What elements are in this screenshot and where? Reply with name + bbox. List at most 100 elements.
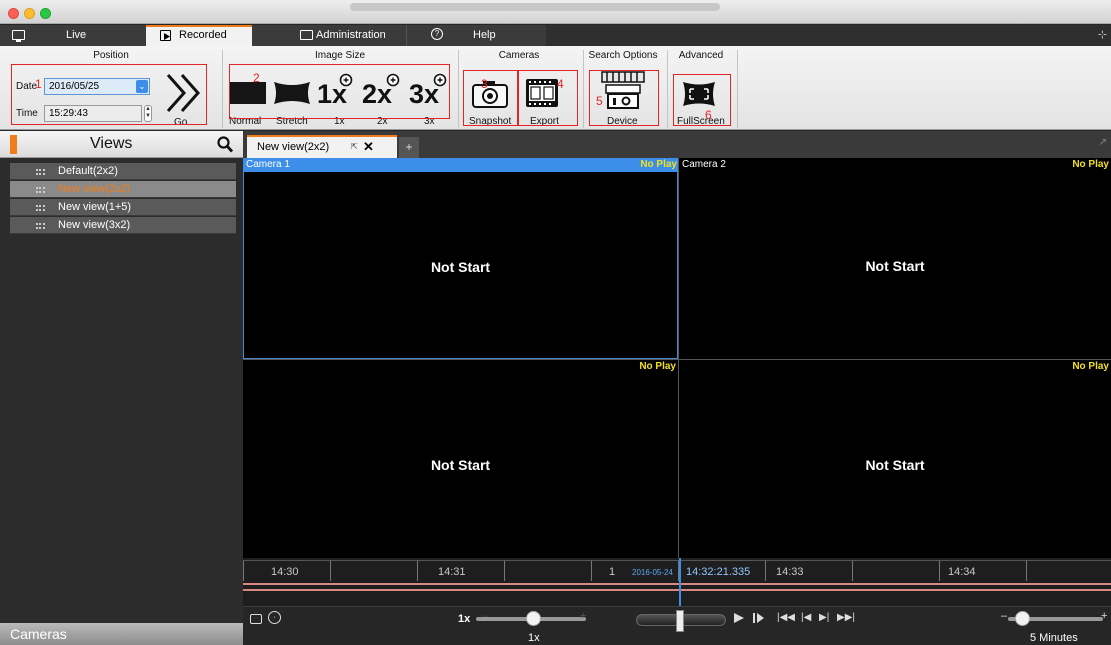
timeline-zoom-thumb[interactable] <box>1015 611 1030 626</box>
play-icon <box>160 30 171 41</box>
expand-icon[interactable]: ↗ <box>1099 137 1107 148</box>
playback-controls: ‧ 1x – + 1x |◀◀ |◀ ▶| ▶▶| – + 5 Minutes <box>243 606 1111 645</box>
timeline-zoom-out-icon[interactable]: – <box>1001 610 1007 622</box>
view-tab-new-view-2x2[interactable]: New view(2x2) ⇱ ✕ <box>247 135 397 158</box>
search-options-group-title: Search Options <box>588 50 658 61</box>
grid-divider-vertical <box>678 158 679 558</box>
tab-live-label: Live <box>66 29 87 41</box>
app-window: Live Recorded Administration ? Help ⊹ Po… <box>0 0 1111 645</box>
window-icon <box>300 30 313 40</box>
speed-increase-icon[interactable]: + <box>580 610 586 622</box>
view-item-label: New view(2x2) <box>58 183 131 195</box>
group-separator <box>737 50 738 128</box>
close-tab-icon[interactable]: ✕ <box>363 139 374 155</box>
annotation-number-4: 4 <box>557 77 564 91</box>
tab-bar-filler <box>546 25 1111 46</box>
view-item-default-2x2[interactable]: Default(2x2) <box>10 163 236 180</box>
camera-name: Camera 2 <box>682 159 726 170</box>
annotation-number-2: 2 <box>253 71 260 85</box>
camera-cell-1[interactable]: Camera 1 No Play Not Start <box>243 158 679 359</box>
speed-label: 1x <box>458 613 471 625</box>
recording-track-2 <box>243 589 1111 591</box>
group-separator <box>583 50 584 128</box>
group-separator <box>222 50 223 128</box>
video-grid: Camera 1 No Play Not Start Camera 2 No P… <box>243 158 1111 558</box>
skip-to-start-icon[interactable]: |◀◀ <box>777 612 795 623</box>
no-play-status: No Play <box>1072 159 1109 170</box>
tab-pin-icon[interactable]: ⇱ <box>351 142 358 151</box>
annotation-box-4 <box>518 70 578 126</box>
timeline-cursor-time: 14:32:21.335 <box>686 566 751 578</box>
timeline[interactable]: 14:30 14:31 1 2016-05-24 14:32:21.335 14… <box>243 558 1111 606</box>
speed-slider-thumb[interactable] <box>526 611 541 626</box>
grid-view-icon <box>36 223 45 229</box>
not-start-message: Not Start <box>430 259 491 275</box>
clock-icon[interactable]: ‧ <box>268 611 281 624</box>
skip-to-end-icon[interactable]: ▶▶| <box>837 612 855 623</box>
annotation-box-1 <box>11 64 207 125</box>
camera-cell-4[interactable]: No Play Not Start <box>679 360 1111 558</box>
speed-decrease-icon[interactable]: – <box>482 610 488 622</box>
ribbon-toolbar: Position Date 2016/05/25 ⌄ Time 15:29:43… <box>0 46 1111 130</box>
tab-recorded[interactable]: Recorded <box>146 25 252 46</box>
camera-cell-header: No Play <box>679 360 1111 374</box>
camera-cell-3[interactable]: No Play Not Start <box>243 360 678 558</box>
camera-cell-2[interactable]: Camera 2 No Play Not Start <box>679 158 1111 359</box>
view-item-new-view-1-5[interactable]: New view(1+5) <box>10 199 236 216</box>
step-forward-icon[interactable] <box>753 613 765 623</box>
tab-administration-label: Administration <box>316 29 386 41</box>
no-play-status: No Play <box>640 159 677 170</box>
view-item-new-view-3x2[interactable]: New view(3x2) <box>10 217 236 234</box>
title-bar <box>0 0 1111 24</box>
annotation-box-6 <box>673 74 731 126</box>
title-scroll-indicator <box>350 3 720 11</box>
tab-help-label: Help <box>473 29 496 41</box>
not-start-message: Not Start <box>865 258 925 274</box>
group-separator <box>458 50 459 128</box>
timeline-marker-count: 1 <box>609 566 616 578</box>
views-accent-bar <box>10 135 17 154</box>
view-tab-label: New view(2x2) <box>257 141 330 153</box>
advanced-group-title: Advanced <box>678 50 724 61</box>
tab-help[interactable]: ? Help <box>406 25 546 46</box>
timeline-tick-label: 14:30 <box>271 566 299 578</box>
monitor-icon <box>12 30 25 42</box>
annotation-number-1: 1 <box>35 77 42 91</box>
tab-live[interactable]: Live <box>0 25 146 46</box>
tab-administration[interactable]: Administration <box>252 25 406 46</box>
previous-frame-icon[interactable]: |◀ <box>801 612 811 623</box>
pin-icon[interactable]: ⊹ <box>1098 28 1107 41</box>
annotation-box-3 <box>463 70 518 126</box>
timeline-ticks <box>243 561 1111 581</box>
camera-list-icon[interactable] <box>250 614 262 624</box>
timeline-tick-label: 14:33 <box>776 566 804 578</box>
views-title: Views <box>90 135 133 152</box>
minimize-window-button[interactable] <box>24 8 35 19</box>
timeline-tick-label: 14:34 <box>948 566 976 578</box>
main-tab-bar: Live Recorded Administration ? Help ⊹ <box>0 25 1111 46</box>
grid-view-icon <box>36 205 45 211</box>
speed-value: 1x <box>528 632 540 644</box>
timeline-cursor-date: 2016-05-24 <box>632 568 673 577</box>
cameras-group-title: Cameras <box>498 50 540 61</box>
view-item-new-view-2x2[interactable]: New view(2x2) <box>10 181 236 198</box>
recording-track-1 <box>243 583 1111 585</box>
jog-wheel-handle[interactable] <box>676 610 684 632</box>
close-window-button[interactable] <box>8 8 19 19</box>
timeline-zoom-in-icon[interactable]: + <box>1101 610 1107 622</box>
camera-cell-header: No Play <box>243 360 678 374</box>
group-separator <box>667 50 668 128</box>
cameras-panel-header[interactable]: Cameras <box>0 623 243 645</box>
timeline-zoom-value: 5 Minutes <box>1030 632 1078 644</box>
timeline-cursor[interactable] <box>679 558 681 606</box>
tab-recorded-label: Recorded <box>179 29 227 41</box>
camera-cell-header: Camera 2 No Play <box>679 158 1111 172</box>
next-frame-icon[interactable]: ▶| <box>819 612 829 623</box>
view-item-label: Default(2x2) <box>58 165 118 177</box>
annotation-number-6: 6 <box>705 108 712 122</box>
search-icon[interactable] <box>217 136 233 153</box>
maximize-window-button[interactable] <box>40 8 51 19</box>
add-view-tab-button[interactable]: + <box>399 137 419 158</box>
no-play-status: No Play <box>639 361 676 372</box>
play-icon[interactable] <box>733 612 745 624</box>
